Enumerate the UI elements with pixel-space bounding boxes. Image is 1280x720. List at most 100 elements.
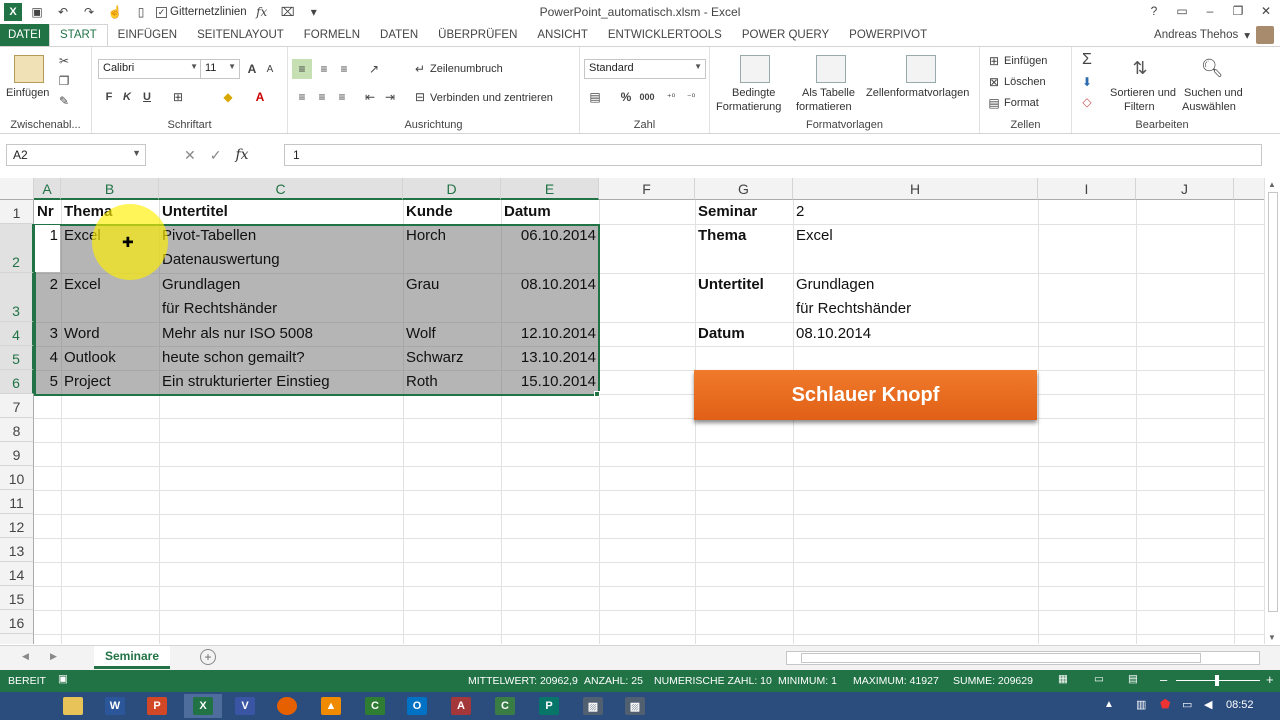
row-header-8[interactable]: 8: [0, 418, 34, 442]
thousands-button[interactable]: 000: [636, 89, 658, 105]
detail-value-thema[interactable]: Excel: [793, 224, 836, 248]
table-cell-nr[interactable]: 2: [34, 273, 61, 297]
function-icon[interactable]: fx: [251, 2, 273, 22]
formula-input[interactable]: 1: [284, 144, 1262, 166]
name-box[interactable]: A2 ▼: [6, 144, 146, 166]
schlauer-knopf-button[interactable]: Schlauer Knopf: [694, 370, 1037, 420]
cut-icon[interactable]: ✂: [56, 53, 72, 69]
tab-ueberpruefen[interactable]: ÜBERPRÜFEN: [428, 24, 527, 46]
redo-icon[interactable]: ↷: [78, 2, 100, 22]
row-header-12[interactable]: 12: [0, 514, 34, 538]
table-cell-untertitel[interactable]: heute schon gemailt?: [159, 346, 308, 370]
tab-power-query[interactable]: POWER QUERY: [732, 24, 839, 46]
normal-view-icon[interactable]: ▦: [1058, 673, 1068, 685]
decrease-indent-icon[interactable]: ⇤: [360, 87, 380, 107]
col-header-e[interactable]: E: [501, 178, 599, 200]
row-header-3[interactable]: 3: [0, 273, 34, 322]
detail-label-untertitel[interactable]: Untertitel: [695, 273, 767, 297]
tab-datei[interactable]: DATEI: [0, 24, 50, 46]
row-header-16[interactable]: 16: [0, 610, 34, 634]
format-as-table-line1[interactable]: Als Tabelle: [802, 87, 855, 99]
row-header-13[interactable]: 13: [0, 538, 34, 562]
table-cell-datum[interactable]: 06.10.2014: [501, 224, 599, 248]
detail-label-seminar[interactable]: Seminar: [695, 200, 760, 224]
taskbar-camtasia-icon[interactable]: C: [356, 694, 394, 718]
col-header-b[interactable]: B: [61, 178, 159, 200]
row-header-15[interactable]: 15: [0, 586, 34, 610]
format-as-table-line2[interactable]: formatieren: [796, 101, 852, 113]
align-center-icon[interactable]: ≡: [312, 87, 332, 107]
table-header-datum[interactable]: Datum: [501, 200, 554, 224]
next-sheet-icon[interactable]: ▶: [50, 651, 57, 662]
taskbar-outlook-icon[interactable]: O: [398, 694, 436, 718]
status-minimum[interactable]: MINIMUM: 1: [778, 675, 837, 687]
fill-icon[interactable]: ⬇: [1078, 73, 1096, 91]
touch-mode-icon[interactable]: ☝: [104, 2, 126, 22]
detail-label-datum[interactable]: Datum: [695, 322, 748, 346]
cancel-icon[interactable]: ✕: [184, 147, 196, 164]
tab-daten[interactable]: DATEN: [370, 24, 428, 46]
close-button[interactable]: ✕: [1252, 0, 1280, 22]
tab-seitenlayout[interactable]: SEITENLAYOUT: [187, 24, 294, 46]
add-sheet-icon[interactable]: +: [200, 649, 216, 665]
currency-icon[interactable]: ▤: [586, 89, 604, 105]
copy-icon[interactable]: ❐: [56, 73, 72, 89]
percent-button[interactable]: %: [618, 89, 634, 105]
find-select-icon[interactable]: 🔍︎: [1198, 55, 1226, 81]
col-header-h[interactable]: H: [793, 178, 1038, 200]
autosum-icon[interactable]: Σ: [1078, 51, 1096, 69]
table-cell-datum[interactable]: 13.10.2014: [501, 346, 599, 370]
ribbon-display-button[interactable]: ▭: [1168, 0, 1196, 22]
delete-cells-button[interactable]: Löschen: [1004, 76, 1046, 88]
sort-filter-line1[interactable]: Sortieren und: [1110, 87, 1176, 99]
horizontal-scrollbar[interactable]: [786, 651, 1260, 665]
table-cell-untertitel[interactable]: Ein strukturierter Einstieg: [159, 370, 333, 394]
taskbar-clock[interactable]: 08:52: [1226, 699, 1254, 711]
align-top-icon[interactable]: ≡: [292, 59, 312, 79]
tab-entwicklertools[interactable]: ENTWICKLERTOOLS: [598, 24, 732, 46]
taskbar-vlc-icon[interactable]: ▲: [312, 694, 350, 718]
taskbar-word-icon[interactable]: W: [96, 694, 134, 718]
table-cell-thema[interactable]: Word: [61, 322, 103, 346]
orientation-icon[interactable]: ↗: [364, 59, 384, 79]
format-cells-button[interactable]: Format: [1004, 97, 1039, 109]
help-button[interactable]: ?: [1140, 0, 1168, 22]
row-header-2[interactable]: 2: [0, 224, 34, 273]
table-cell-datum[interactable]: 12.10.2014: [501, 322, 599, 346]
paste-icon[interactable]: [14, 55, 44, 83]
row-header-14[interactable]: 14: [0, 562, 34, 586]
worksheet-grid[interactable]: A B C D E F G H I J 1 2 3 4 5 6 7 8 9 10…: [0, 178, 1264, 644]
tray-security-icon[interactable]: ⬟: [1160, 697, 1170, 711]
align-middle-icon[interactable]: ≡: [314, 59, 334, 79]
gridlines-toggle[interactable]: ✓ Gitternetzlinien: [156, 6, 247, 18]
table-cell-kunde[interactable]: Grau: [403, 273, 442, 297]
tray-volume-icon[interactable]: ◀: [1204, 698, 1212, 711]
table-header-kunde[interactable]: Kunde: [403, 200, 456, 224]
wrap-text-button[interactable]: Zeilenumbruch: [430, 63, 503, 75]
tray-network-icon[interactable]: ▥: [1136, 698, 1146, 711]
clear-icon[interactable]: ◇: [1078, 93, 1096, 111]
vertical-scroll-thumb[interactable]: [1268, 192, 1278, 612]
tab-ansicht[interactable]: ANSICHT: [527, 24, 597, 46]
zoom-out-button[interactable]: –: [1160, 672, 1167, 687]
detail-value-datum[interactable]: 08.10.2014: [793, 322, 874, 346]
row-header-9[interactable]: 9: [0, 442, 34, 466]
taskbar-start-icon[interactable]: [8, 694, 46, 718]
table-cell-kunde[interactable]: Horch: [403, 224, 449, 248]
scroll-down-icon[interactable]: ▼: [1268, 633, 1276, 642]
underline-button[interactable]: U: [140, 89, 154, 105]
bold-button[interactable]: F: [102, 89, 116, 105]
table-cell-kunde[interactable]: Roth: [403, 370, 441, 394]
row-header-4[interactable]: 4: [0, 322, 34, 346]
increase-indent-icon[interactable]: ⇥: [380, 87, 400, 107]
table-cell-untertitel[interactable]: Grundlagen: [159, 273, 243, 297]
col-header-g[interactable]: G: [695, 178, 793, 200]
conditional-format-icon[interactable]: [740, 55, 770, 83]
zoom-in-button[interactable]: +: [1266, 672, 1274, 687]
table-cell-nr[interactable]: 3: [34, 322, 61, 346]
tab-start[interactable]: START: [49, 23, 108, 47]
number-format-select[interactable]: Standard ▼: [584, 59, 706, 79]
page-layout-icon[interactable]: ▭: [1094, 673, 1104, 685]
taskbar-explorer-icon[interactable]: [54, 694, 92, 718]
table-cell-untertitel[interactable]: Pivot-Tabellen: [159, 224, 259, 248]
